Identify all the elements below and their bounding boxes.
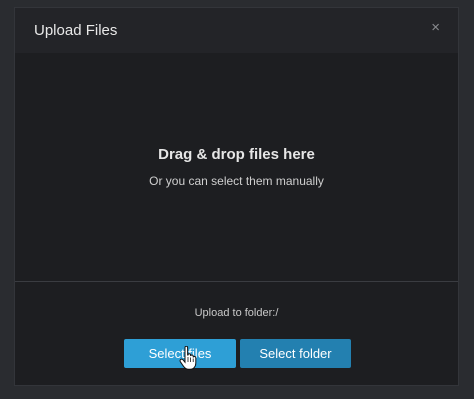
hand-pointer-icon [179, 346, 197, 370]
dialog-title: Upload Files [34, 22, 118, 39]
upload-folder-label: Upload to folder:/ [194, 307, 279, 319]
drop-zone-subtitle: Or you can select them manually [149, 174, 324, 188]
upload-files-dialog: Upload Files × Drag & drop files here Or… [14, 7, 459, 386]
footer-divider [15, 281, 458, 282]
close-icon[interactable]: × [431, 19, 440, 36]
drop-zone[interactable]: Drag & drop files here Or you can select… [15, 53, 458, 281]
select-folder-button[interactable]: Select folder [240, 339, 351, 368]
dialog-header: Upload Files × [15, 8, 458, 53]
drop-zone-title: Drag & drop files here [158, 146, 315, 163]
